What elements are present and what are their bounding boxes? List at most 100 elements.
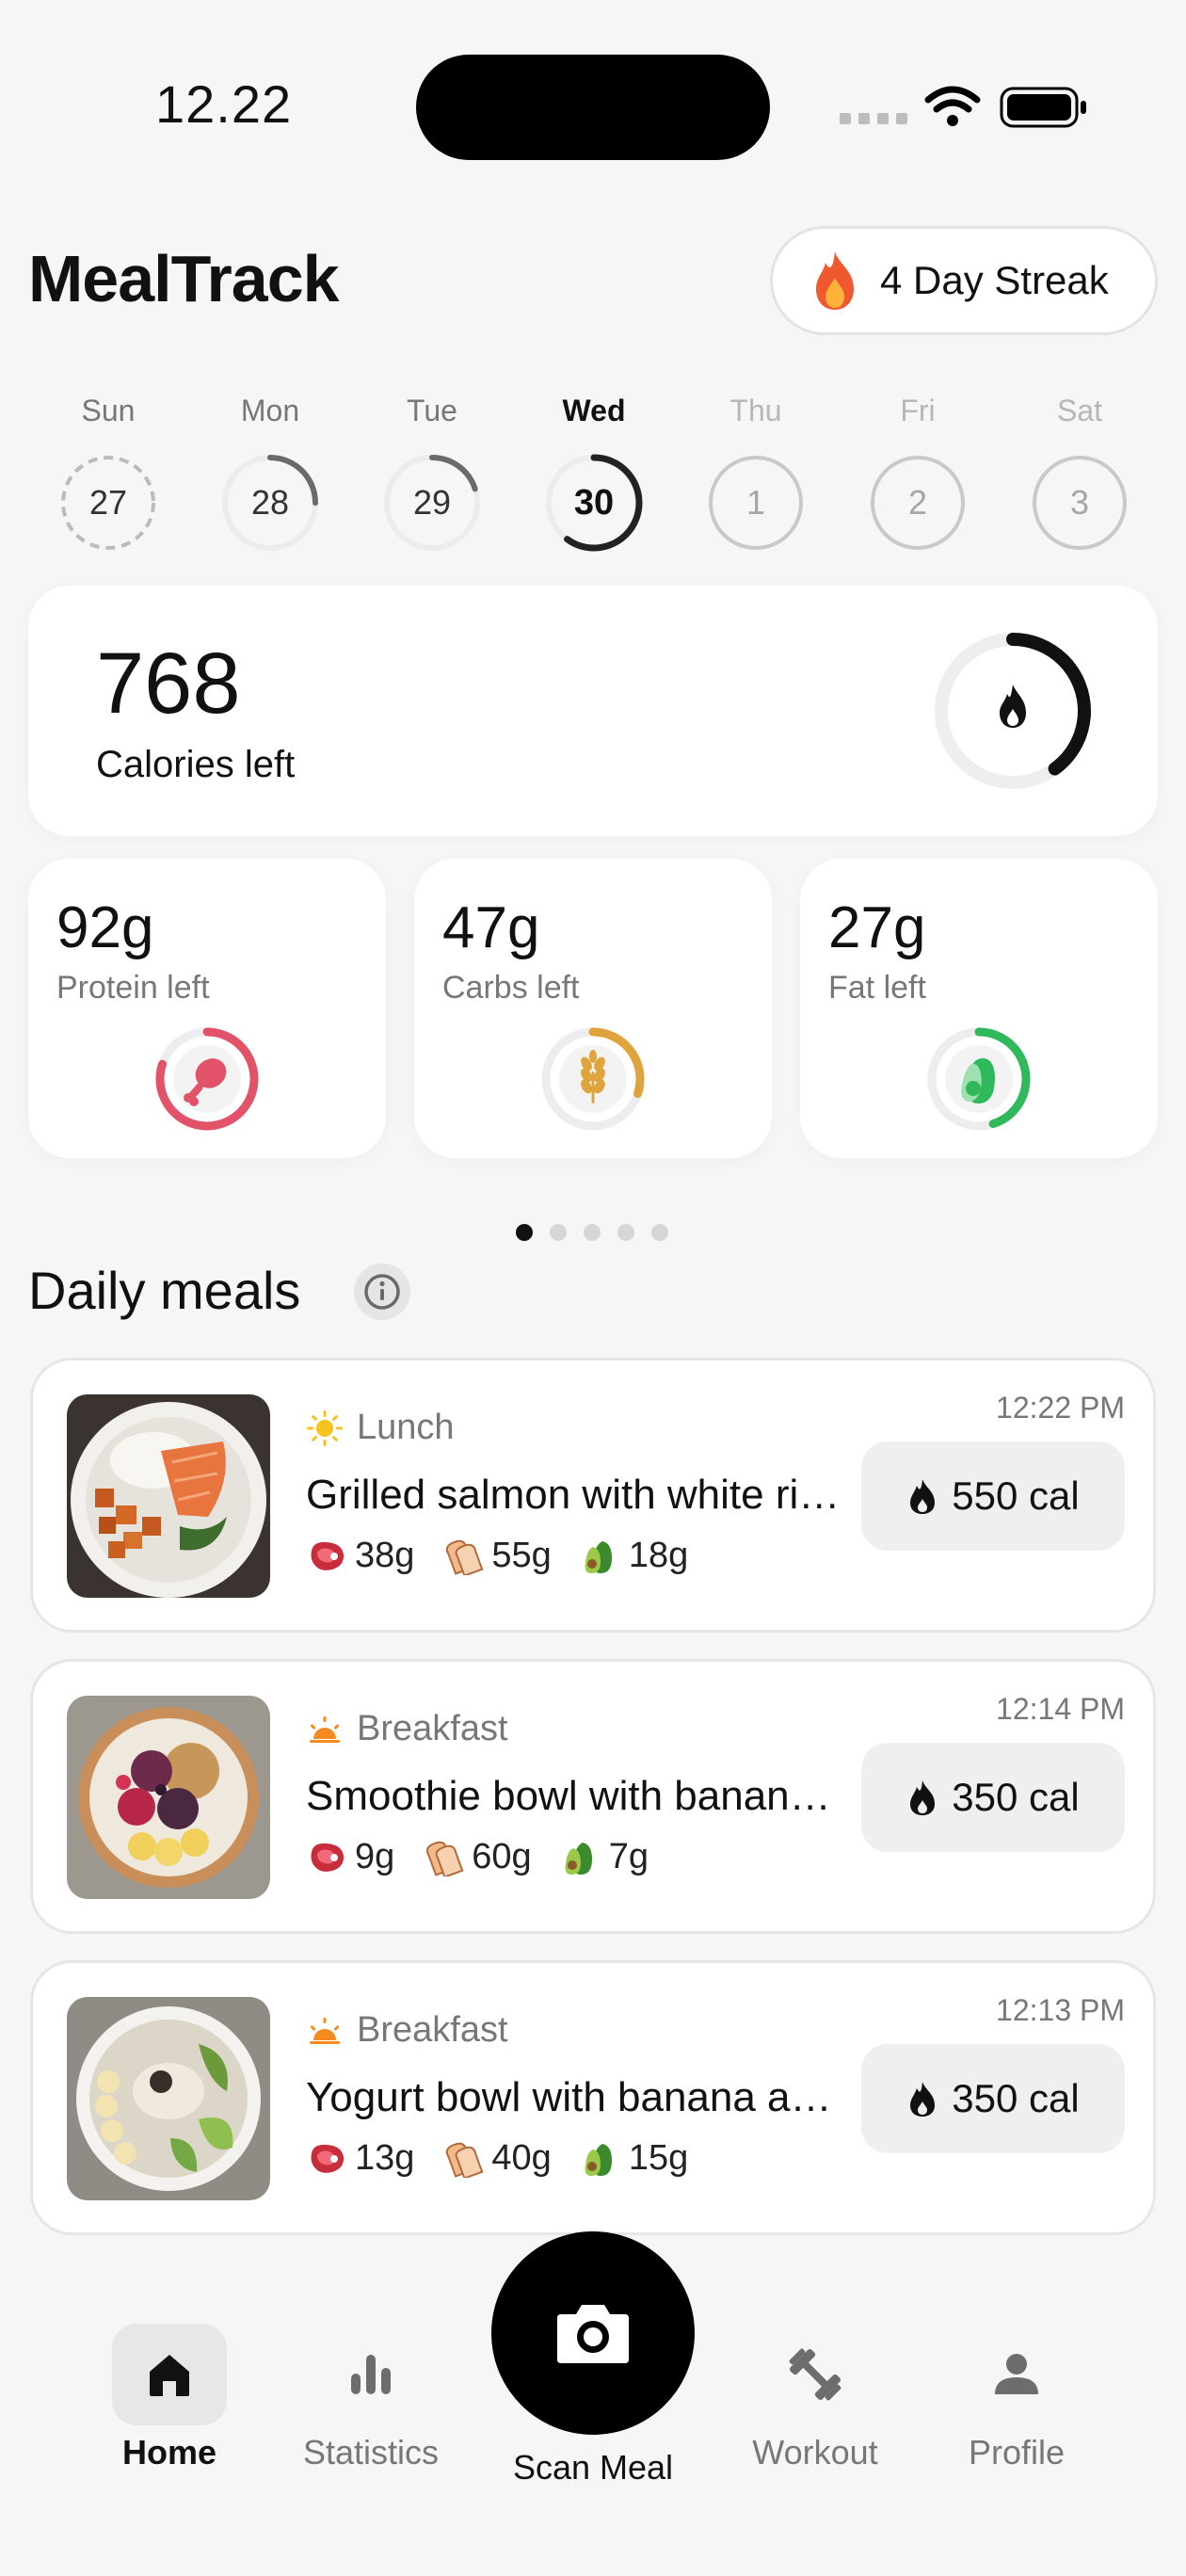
day-name: Tue <box>407 394 457 427</box>
meal-card[interactable]: Breakfast Yogurt bowl with banana and avo… <box>30 1960 1156 2235</box>
meal-macros: 38g 55g 18g <box>306 1536 688 1576</box>
macro-card-carbs[interactable]: 47g Carbs left <box>414 859 772 1158</box>
meal-time: 12:13 PM <box>996 1993 1125 2027</box>
day-number: 28 <box>250 483 290 522</box>
scan-meal-label: Scan Meal <box>512 2448 674 2487</box>
sunrise-icon <box>310 2017 340 2044</box>
pager-dot[interactable] <box>584 1224 601 1241</box>
camera-icon <box>557 2305 629 2363</box>
meal-calories: 350 cal <box>952 2076 1080 2120</box>
day-mon[interactable]: Mon 28 <box>214 394 327 552</box>
meal-fat: 15g <box>580 2138 688 2179</box>
steak-icon <box>311 1843 345 1872</box>
macro-label: Carbs left <box>442 970 580 1006</box>
meal-protein-value: 13g <box>355 2138 415 2178</box>
day-name: Thu <box>729 394 782 427</box>
meal-protein-value: 38g <box>355 1536 415 1575</box>
meal-time: 12:14 PM <box>996 1692 1125 1726</box>
nav-home[interactable]: Home <box>85 2324 254 2472</box>
meal-carbs-value: 60g <box>472 1837 532 1876</box>
sunrise-icon <box>310 1715 340 1743</box>
meal-calories: 550 cal <box>952 1473 1080 1518</box>
battery-icon <box>1000 87 1086 128</box>
info-icon[interactable] <box>354 1264 410 1320</box>
carousel-pager[interactable] <box>516 1224 668 1241</box>
day-number: 3 <box>1069 483 1090 522</box>
streak-label: 4 Day Streak <box>880 258 1109 302</box>
pager-dot[interactable] <box>617 1224 634 1241</box>
meal-type: Lunch <box>306 1408 455 1448</box>
pager-dot[interactable] <box>550 1224 567 1241</box>
day-name: Mon <box>240 394 300 427</box>
meal-type-label: Breakfast <box>357 1709 508 1748</box>
calorie-flame-icon <box>910 2082 936 2117</box>
meal-protein-value: 9g <box>355 1837 395 1876</box>
nav-workout-label: Workout <box>752 2433 878 2471</box>
day-wed[interactable]: Wed 30 <box>537 394 650 552</box>
day-progress-ring: 2 <box>869 454 967 552</box>
macro-card-fat[interactable]: 27g Fat left <box>800 859 1158 1158</box>
steak-icon <box>311 1541 345 1570</box>
day-name: Fri <box>900 394 936 427</box>
meal-card[interactable]: Breakfast Smoothie bowl with banana and b… <box>30 1659 1156 1934</box>
bread-icon <box>426 1841 464 1876</box>
day-sat[interactable]: Sat 3 <box>1023 394 1136 552</box>
day-thu[interactable]: Thu 1 <box>699 394 812 552</box>
day-number: 2 <box>907 483 928 522</box>
nav-profile[interactable]: Profile <box>932 2324 1101 2472</box>
avocado-icon <box>585 1540 612 1573</box>
meal-calories-pill: 350 cal <box>861 1743 1125 1852</box>
nav-home-label: Home <box>121 2433 217 2471</box>
sun-icon <box>307 1409 343 1446</box>
meal-protein: 9g <box>306 1837 394 1877</box>
macro-label: Protein left <box>56 970 210 1006</box>
calorie-flame-icon <box>1000 684 1026 728</box>
status-time: 12.22 <box>155 74 293 134</box>
macro-value: 92g <box>56 895 154 960</box>
section-title: Daily meals <box>28 1261 301 1320</box>
meal-fat-value: 7g <box>608 1837 649 1876</box>
meal-photo <box>67 1394 270 1598</box>
meal-fat-value: 18g <box>628 1536 689 1575</box>
day-sun[interactable]: Sun 27 <box>52 394 165 552</box>
day-name: Wed <box>562 394 626 427</box>
nav-statistics[interactable]: Statistics <box>286 2324 456 2472</box>
meal-time: 12:22 PM <box>996 1391 1125 1425</box>
bread-icon <box>446 1539 484 1575</box>
dynamic-island <box>416 55 770 160</box>
scan-meal-button[interactable] <box>491 2231 695 2435</box>
pager-dot[interactable] <box>651 1224 668 1241</box>
meal-calories: 350 cal <box>952 1775 1080 1819</box>
day-number: 1 <box>745 483 766 522</box>
day-fri[interactable]: Fri 2 <box>861 394 974 552</box>
macro-progress-ring <box>541 1027 645 1131</box>
bar-chart-icon <box>351 2355 391 2394</box>
nav-workout[interactable]: Workout <box>730 2324 900 2472</box>
macro-progress-ring <box>155 1027 259 1131</box>
bread-icon <box>446 2142 484 2178</box>
pager-dot[interactable] <box>516 1224 533 1241</box>
nav-profile-label: Profile <box>968 2433 1066 2471</box>
meal-carbs: 60g <box>423 1837 532 1877</box>
meal-calories-pill: 350 cal <box>861 2044 1125 2153</box>
avocado-icon <box>585 2143 612 2176</box>
calories-card[interactable]: 768 Calories left <box>28 586 1158 836</box>
meal-card[interactable]: Lunch Grilled salmon with white rice and … <box>30 1358 1156 1633</box>
meal-photo <box>67 1997 270 2200</box>
calories-progress-ring <box>935 633 1091 789</box>
meal-carbs: 40g <box>442 2138 552 2179</box>
day-progress-ring: 29 <box>383 454 481 552</box>
app-title: MealTrack <box>28 242 340 315</box>
meal-calories-pill: 550 cal <box>861 1441 1125 1551</box>
cellular-signal-icon <box>840 113 907 124</box>
macro-progress-ring <box>927 1027 1031 1131</box>
macro-card-protein[interactable]: 92g Protein left <box>28 859 386 1158</box>
calories-label: Calories left <box>96 744 296 785</box>
person-icon <box>995 2354 1038 2394</box>
streak-badge[interactable]: 4 Day Streak <box>770 226 1158 335</box>
fire-icon <box>816 251 854 310</box>
day-tue[interactable]: Tue 29 <box>376 394 489 552</box>
day-number: 30 <box>573 483 615 523</box>
avocado-icon <box>565 1842 592 1875</box>
wifi-icon <box>924 86 981 126</box>
